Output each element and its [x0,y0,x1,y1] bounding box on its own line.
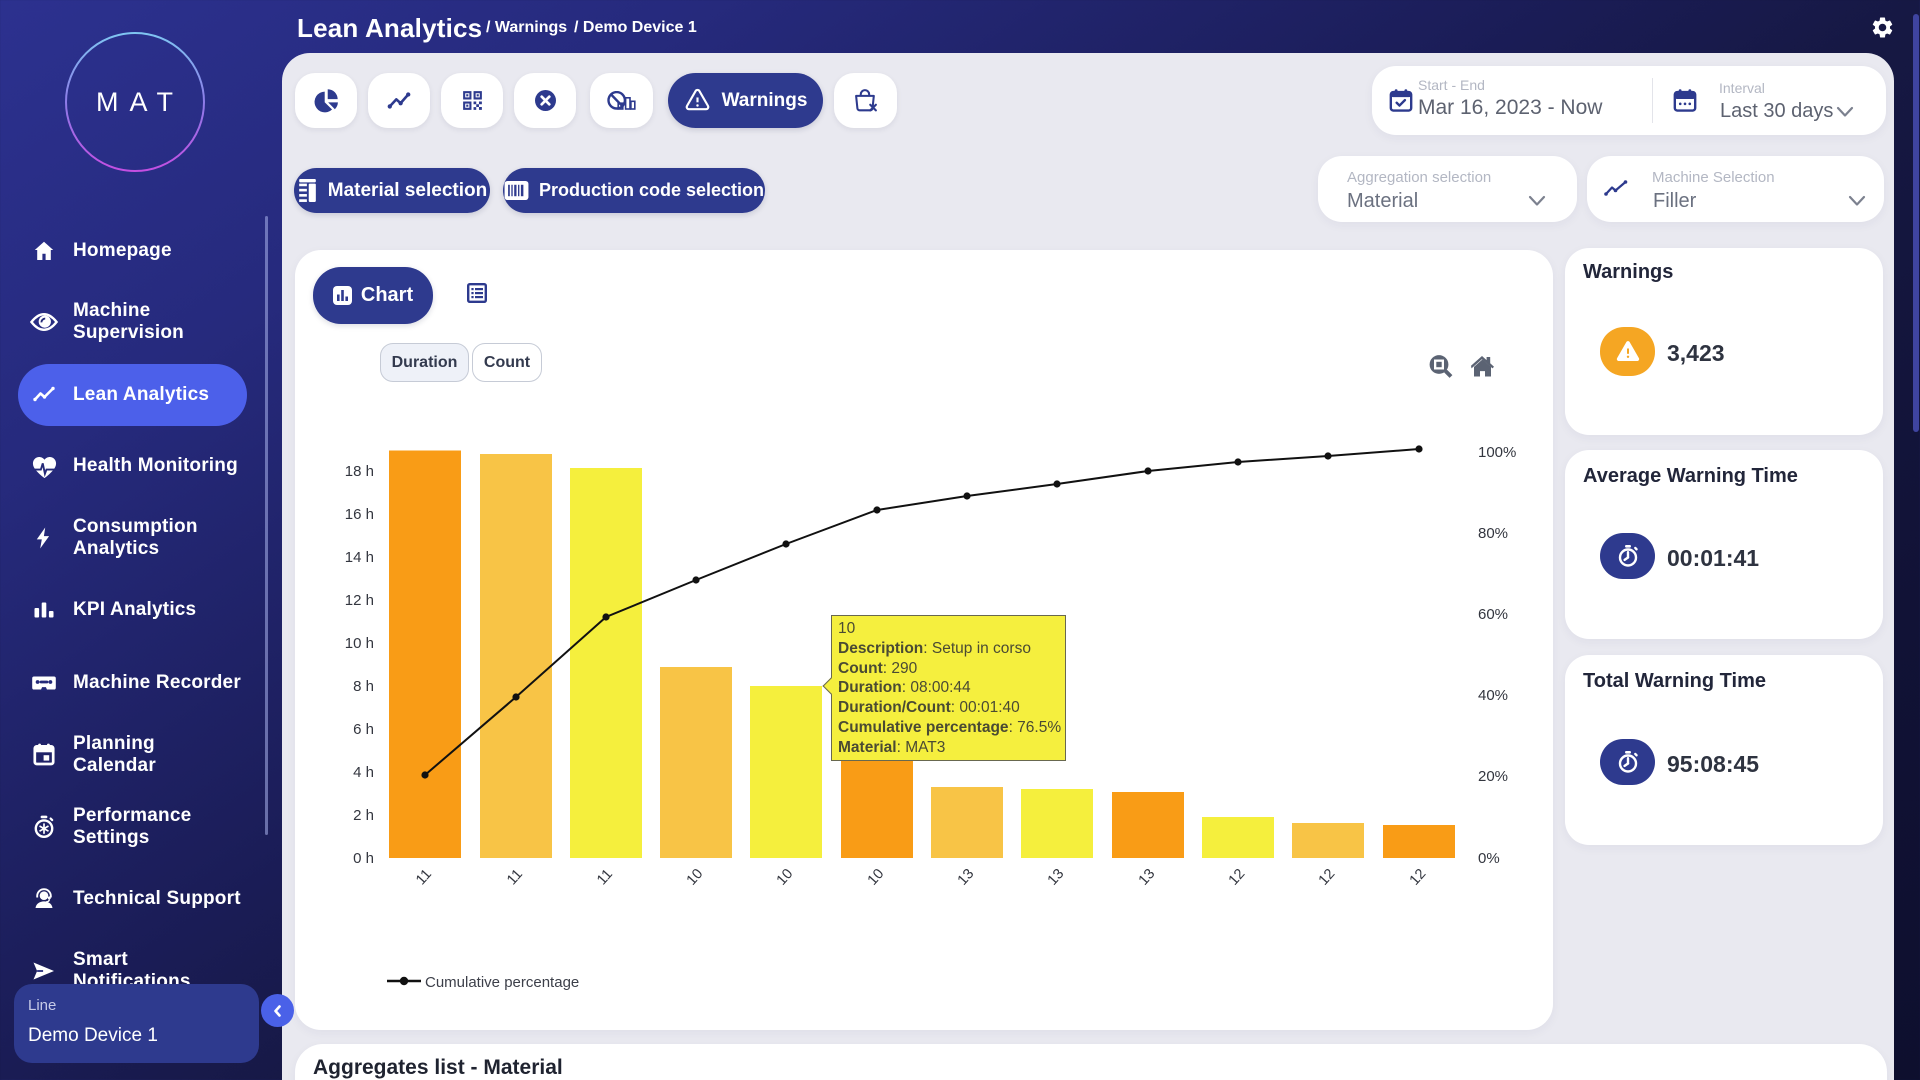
svg-text:4 h: 4 h [353,764,374,781]
svg-text:8 h: 8 h [353,678,374,695]
svg-text:13: 13 [1045,866,1068,889]
svg-text:2 h: 2 h [353,807,374,824]
svg-text:20%: 20% [1478,768,1508,785]
svg-text:12: 12 [1226,866,1249,889]
svg-text:12 h: 12 h [345,592,374,609]
svg-text:10: 10 [865,866,888,889]
svg-text:10: 10 [774,866,797,889]
svg-text:0 h: 0 h [353,850,374,867]
svg-text:16 h: 16 h [345,506,374,523]
svg-text:11: 11 [413,866,435,888]
svg-text:40%: 40% [1478,687,1508,704]
svg-text:100%: 100% [1478,444,1516,461]
svg-text:60%: 60% [1478,606,1508,623]
svg-text:13: 13 [1136,866,1159,889]
svg-text:10 h: 10 h [345,635,374,652]
svg-text:13: 13 [955,866,978,889]
svg-text:12: 12 [1407,866,1430,889]
svg-text:6 h: 6 h [353,721,374,738]
svg-text:14 h: 14 h [345,549,374,566]
svg-text:0%: 0% [1478,850,1500,867]
svg-text:11: 11 [594,866,616,888]
svg-text:MAT: MAT [96,87,184,117]
svg-text:10: 10 [684,866,707,889]
svg-text:80%: 80% [1478,525,1508,542]
svg-text:12: 12 [1316,866,1339,889]
svg-text:11: 11 [504,866,526,888]
svg-text:18 h: 18 h [345,463,374,480]
